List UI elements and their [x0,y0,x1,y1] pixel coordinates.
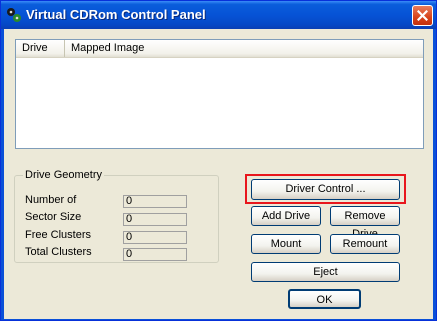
remount-button[interactable]: Remount [330,234,400,254]
dialog-client: Drive Mapped Image Drive Geometry Number… [4,29,433,319]
app-icon [7,8,21,22]
label-sector-size: Sector Size [25,211,82,223]
list-header: Drive Mapped Image [16,40,423,58]
remove-drive-button[interactable]: Remove Drive [330,206,400,240]
close-icon [417,10,428,21]
field-sector-size: 0 [123,213,187,226]
group-title: Drive Geometry [23,169,105,181]
field-number-of: 0 [123,195,187,208]
column-header-mapped-image[interactable]: Mapped Image [65,40,423,57]
column-header-drive[interactable]: Drive [16,40,65,57]
close-button[interactable] [412,5,433,26]
dialog-window: Virtual CDRom Control Panel Drive Mapped… [0,0,437,321]
mount-button[interactable]: Mount [251,234,321,254]
title-bar[interactable]: Virtual CDRom Control Panel [1,1,436,29]
field-free-clusters: 0 [123,231,187,244]
drive-geometry-group: Drive Geometry Number of 0 Sector Size 0… [14,169,219,263]
drive-list[interactable]: Drive Mapped Image [15,39,424,149]
ok-button[interactable]: OK [288,289,361,309]
eject-button[interactable]: Eject [251,262,400,282]
window-title: Virtual CDRom Control Panel [26,7,206,22]
label-free-clusters: Free Clusters [25,229,92,241]
highlight-box [245,174,406,204]
label-number-of: Number of [25,194,77,206]
field-total-clusters: 0 [123,248,187,261]
add-drive-button[interactable]: Add Drive [251,206,321,226]
label-total-clusters: Total Clusters [25,246,92,258]
